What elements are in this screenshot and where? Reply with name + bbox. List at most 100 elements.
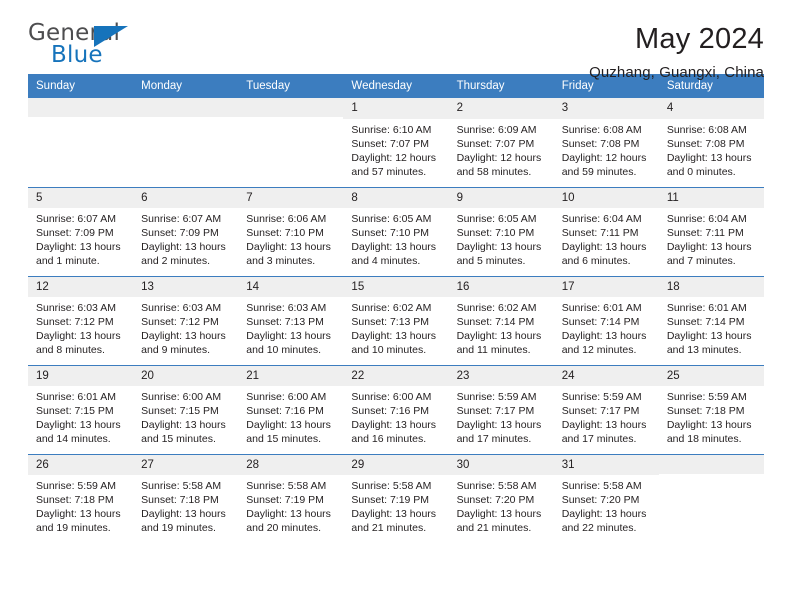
- sunset-text: Sunset: 7:15 PM: [36, 405, 114, 418]
- sunrise-text: Sunrise: 6:04 AM: [666, 213, 747, 226]
- daylight-text-line2: and 19 minutes.: [36, 522, 111, 535]
- daylight-text-line2: and 10 minutes.: [351, 344, 427, 357]
- daylight-text-line1: Daylight: 13 hours: [456, 508, 542, 521]
- sunset-text: Sunset: 7:14 PM: [456, 316, 535, 329]
- day-cell[interactable]: 4 Sunrise: 6:08 AM Sunset: 7:08 PM Dayli…: [658, 98, 764, 187]
- day-details: Sunrise: 6:00 AM Sunset: 7:16 PM Dayligh…: [343, 386, 448, 446]
- day-cell[interactable]: 22 Sunrise: 6:00 AM Sunset: 7:16 PM Dayl…: [343, 364, 449, 454]
- day-details: Sunrise: 6:04 AM Sunset: 7:11 PM Dayligh…: [554, 208, 659, 268]
- day-cell[interactable]: 20 Sunrise: 6:00 AM Sunset: 7:15 PM Dayl…: [133, 364, 239, 454]
- daylight-text-line1: Daylight: 13 hours: [666, 419, 752, 432]
- day-number: 11: [658, 187, 764, 209]
- day-details: Sunrise: 5:58 AM Sunset: 7:20 PM Dayligh…: [449, 475, 554, 535]
- day-number: 31: [553, 454, 659, 476]
- day-details: Sunrise: 6:00 AM Sunset: 7:16 PM Dayligh…: [238, 386, 343, 446]
- day-cell[interactable]: 2 Sunrise: 6:09 AM Sunset: 7:07 PM Dayli…: [448, 98, 554, 187]
- day-cell[interactable]: 23 Sunrise: 5:59 AM Sunset: 7:17 PM Dayl…: [448, 364, 554, 454]
- sunset-text: Sunset: 7:11 PM: [561, 227, 639, 240]
- day-details: [133, 117, 238, 121]
- day-cell[interactable]: 3 Sunrise: 6:08 AM Sunset: 7:08 PM Dayli…: [553, 98, 659, 187]
- sunset-text: Sunset: 7:07 PM: [456, 137, 535, 150]
- day-cell[interactable]: 11 Sunrise: 6:04 AM Sunset: 7:11 PM Dayl…: [658, 186, 764, 276]
- sunrise-text: Sunrise: 6:00 AM: [141, 391, 222, 404]
- daylight-text-line1: Daylight: 13 hours: [456, 241, 542, 254]
- day-details: Sunrise: 6:07 AM Sunset: 7:09 PM Dayligh…: [28, 208, 133, 268]
- week-row: 5 Sunrise: 6:07 AM Sunset: 7:09 PM Dayli…: [28, 186, 764, 276]
- day-cell[interactable]: 9 Sunrise: 6:05 AM Sunset: 7:10 PM Dayli…: [448, 186, 554, 276]
- day-details: Sunrise: 6:09 AM Sunset: 7:07 PM Dayligh…: [449, 119, 554, 179]
- day-cell[interactable]: 26 Sunrise: 5:59 AM Sunset: 7:18 PM Dayl…: [28, 453, 134, 543]
- day-cell[interactable]: 28 Sunrise: 5:58 AM Sunset: 7:19 PM Dayl…: [238, 453, 344, 543]
- day-cell[interactable]: [238, 98, 344, 187]
- sunrise-text: Sunrise: 6:07 AM: [141, 213, 222, 226]
- day-number: 24: [553, 365, 659, 387]
- day-details: Sunrise: 6:08 AM Sunset: 7:08 PM Dayligh…: [659, 119, 764, 179]
- day-cell[interactable]: 7 Sunrise: 6:06 AM Sunset: 7:10 PM Dayli…: [238, 186, 344, 276]
- day-cell[interactable]: [28, 98, 134, 187]
- daylight-text-line1: Daylight: 13 hours: [36, 508, 121, 521]
- daylight-text-line2: and 57 minutes.: [351, 165, 427, 178]
- day-number: 17: [553, 276, 659, 298]
- day-number: 21: [238, 365, 344, 387]
- day-details: [28, 117, 133, 121]
- day-details: Sunrise: 6:05 AM Sunset: 7:10 PM Dayligh…: [343, 208, 448, 268]
- day-details: Sunrise: 6:07 AM Sunset: 7:09 PM Dayligh…: [133, 208, 238, 268]
- day-cell[interactable]: 24 Sunrise: 5:59 AM Sunset: 7:17 PM Dayl…: [553, 364, 659, 454]
- sunset-text: Sunset: 7:18 PM: [666, 405, 745, 418]
- weekday-header-wednesday: Wednesday: [343, 74, 449, 98]
- sunrise-text: Sunrise: 6:00 AM: [246, 391, 327, 404]
- daylight-text-line2: and 17 minutes.: [456, 433, 532, 446]
- day-cell[interactable]: 6 Sunrise: 6:07 AM Sunset: 7:09 PM Dayli…: [133, 186, 239, 276]
- day-number: 9: [448, 187, 554, 209]
- day-cell[interactable]: 16 Sunrise: 6:02 AM Sunset: 7:14 PM Dayl…: [448, 275, 554, 365]
- day-cell[interactable]: 29 Sunrise: 5:58 AM Sunset: 7:19 PM Dayl…: [343, 453, 449, 543]
- sunrise-text: Sunrise: 6:10 AM: [351, 123, 432, 136]
- sunrise-text: Sunrise: 5:58 AM: [141, 480, 222, 493]
- daylight-text-line1: Daylight: 13 hours: [666, 241, 752, 254]
- day-cell[interactable]: 21 Sunrise: 6:00 AM Sunset: 7:16 PM Dayl…: [238, 364, 344, 454]
- daylight-text-line2: and 14 minutes.: [36, 433, 111, 446]
- daylight-text-line2: and 5 minutes.: [456, 255, 526, 268]
- daylight-text-line2: and 17 minutes.: [561, 433, 637, 446]
- day-cell[interactable]: 1 Sunrise: 6:10 AM Sunset: 7:07 PM Dayli…: [343, 98, 449, 187]
- day-cell[interactable]: 15 Sunrise: 6:02 AM Sunset: 7:13 PM Dayl…: [343, 275, 449, 365]
- day-cell[interactable]: 8 Sunrise: 6:05 AM Sunset: 7:10 PM Dayli…: [343, 186, 449, 276]
- daylight-text-line1: Daylight: 13 hours: [456, 330, 542, 343]
- day-number: 19: [28, 365, 134, 387]
- sunrise-text: Sunrise: 5:58 AM: [351, 480, 432, 493]
- daylight-text-line2: and 58 minutes.: [456, 165, 532, 178]
- day-number: 5: [28, 187, 134, 209]
- day-cell[interactable]: 27 Sunrise: 5:58 AM Sunset: 7:18 PM Dayl…: [133, 453, 239, 543]
- day-cell[interactable]: 17 Sunrise: 6:01 AM Sunset: 7:14 PM Dayl…: [553, 275, 659, 365]
- daylight-text-line2: and 7 minutes.: [666, 255, 736, 268]
- day-cell[interactable]: 5 Sunrise: 6:07 AM Sunset: 7:09 PM Dayli…: [28, 186, 134, 276]
- weekday-header-tuesday: Tuesday: [238, 74, 344, 98]
- sunrise-text: Sunrise: 5:59 AM: [666, 391, 747, 404]
- daylight-text-line2: and 4 minutes.: [351, 255, 421, 268]
- daylight-text-line1: Daylight: 13 hours: [351, 419, 437, 432]
- day-number: 12: [28, 276, 134, 298]
- sunset-text: Sunset: 7:17 PM: [561, 405, 640, 418]
- day-number: 10: [553, 187, 659, 209]
- day-cell[interactable]: 13 Sunrise: 6:03 AM Sunset: 7:12 PM Dayl…: [133, 275, 239, 365]
- sunset-text: Sunset: 7:18 PM: [141, 494, 219, 507]
- sunset-text: Sunset: 7:19 PM: [246, 494, 324, 507]
- day-cell[interactable]: 10 Sunrise: 6:04 AM Sunset: 7:11 PM Dayl…: [553, 186, 659, 276]
- day-cell[interactable]: 30 Sunrise: 5:58 AM Sunset: 7:20 PM Dayl…: [448, 453, 554, 543]
- sunrise-text: Sunrise: 6:08 AM: [561, 123, 642, 136]
- sunset-text: Sunset: 7:19 PM: [351, 494, 430, 507]
- daylight-text-line2: and 12 minutes.: [561, 344, 637, 357]
- day-cell[interactable]: 14 Sunrise: 6:03 AM Sunset: 7:13 PM Dayl…: [238, 275, 344, 365]
- day-cell[interactable]: [133, 98, 239, 187]
- day-details: Sunrise: 5:59 AM Sunset: 7:18 PM Dayligh…: [28, 475, 133, 535]
- day-cell[interactable]: [658, 453, 764, 543]
- daylight-text-line1: Daylight: 13 hours: [561, 419, 647, 432]
- day-number: 30: [448, 454, 554, 476]
- week-row: 1 Sunrise: 6:10 AM Sunset: 7:07 PM Dayli…: [28, 98, 764, 187]
- day-cell[interactable]: 18 Sunrise: 6:01 AM Sunset: 7:14 PM Dayl…: [658, 275, 764, 365]
- day-cell[interactable]: 12 Sunrise: 6:03 AM Sunset: 7:12 PM Dayl…: [28, 275, 134, 365]
- day-cell[interactable]: 31 Sunrise: 5:58 AM Sunset: 7:20 PM Dayl…: [553, 453, 659, 543]
- day-cell[interactable]: 19 Sunrise: 6:01 AM Sunset: 7:15 PM Dayl…: [28, 364, 134, 454]
- day-cell[interactable]: 25 Sunrise: 5:59 AM Sunset: 7:18 PM Dayl…: [658, 364, 764, 454]
- day-details: Sunrise: 6:06 AM Sunset: 7:10 PM Dayligh…: [238, 208, 343, 268]
